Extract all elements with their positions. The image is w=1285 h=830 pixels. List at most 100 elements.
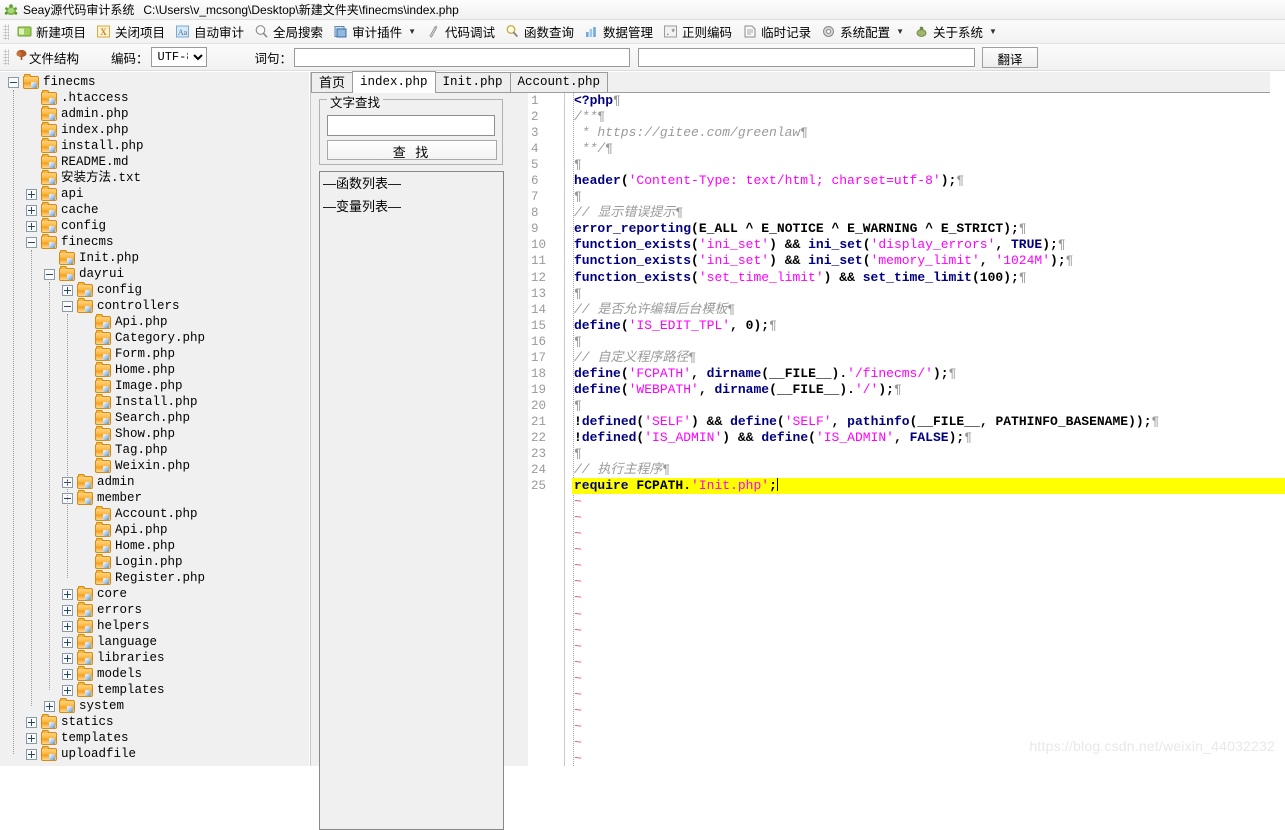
menu-temp-note[interactable]: 临时记录	[737, 21, 816, 43]
expand-icon[interactable]	[26, 220, 37, 232]
list-item-functions[interactable]: —函数列表—	[320, 172, 503, 195]
expand-icon[interactable]	[26, 716, 37, 728]
editor-tab-bar[interactable]: 首页 index.php Init.php Account.php	[311, 71, 1270, 93]
expand-icon[interactable]	[44, 700, 55, 712]
tab-accountphp[interactable]: Account.php	[509, 72, 609, 92]
code-line[interactable]: <?php¶	[572, 93, 1285, 109]
collapse-icon[interactable]	[62, 300, 73, 312]
code-line[interactable]: !defined('IS_ADMIN') && define('IS_ADMIN…	[572, 430, 1285, 446]
file-structure-button[interactable]: 文件结构	[12, 48, 83, 67]
tree-item[interactable]: templates	[0, 729, 309, 746]
code-line[interactable]: ¶	[572, 189, 1285, 205]
text-find-button[interactable]: 查 找	[327, 140, 497, 160]
menu-auto-audit[interactable]: Aa 自动审计	[170, 21, 249, 43]
tab-[interactable]: 首页	[311, 72, 354, 92]
menu-global-search[interactable]: 全局搜索	[249, 21, 328, 43]
expand-icon[interactable]	[62, 604, 73, 616]
file-tree[interactable]: finecms .htaccess admin.php index.php instal…	[0, 72, 309, 766]
tree-item[interactable]: models	[0, 665, 309, 682]
toolbar-grip[interactable]	[3, 23, 9, 40]
file-tree-pane[interactable]: finecms .htaccess admin.php index.php instal…	[0, 72, 310, 766]
code-line[interactable]: // 显示错误提示¶	[572, 205, 1285, 221]
expand-icon[interactable]	[62, 652, 73, 664]
expand-icon[interactable]	[26, 732, 37, 744]
phrase-input[interactable]	[294, 47, 631, 67]
code-line[interactable]: ¶	[572, 157, 1285, 173]
tree-item[interactable]: Category.php	[0, 329, 309, 346]
menu-system-config[interactable]: 系统配置 ▼	[816, 21, 909, 43]
menu-data-manage[interactable]: 数据管理	[579, 21, 658, 43]
tree-item[interactable]: Image.php	[0, 377, 309, 394]
tree-item[interactable]: statics	[0, 713, 309, 730]
code-line[interactable]: require FCPATH.'Init.php';	[572, 478, 1285, 495]
collapse-icon[interactable]	[8, 76, 19, 88]
code-line[interactable]: define('WEBPATH', dirname(__FILE__).'/')…	[572, 382, 1285, 398]
tab-initphp[interactable]: Init.php	[434, 72, 511, 92]
code-line[interactable]: * https://gitee.com/greenlaw¶	[572, 125, 1285, 141]
code-line[interactable]: define('IS_EDIT_TPL', 0);¶	[572, 318, 1285, 334]
expand-icon[interactable]	[62, 636, 73, 648]
code-line[interactable]: ¶	[572, 334, 1285, 350]
tree-item[interactable]: index.php	[0, 121, 309, 138]
tree-item[interactable]: uploadfile	[0, 745, 309, 762]
menu-audit-plugin[interactable]: 审计插件 ▼	[328, 21, 421, 43]
tree-item[interactable]: Form.php	[0, 345, 309, 362]
tree-item[interactable]: Search.php	[0, 409, 309, 426]
chevron-down-icon[interactable]: ▼	[896, 27, 904, 36]
tree-item[interactable]: Home.php	[0, 537, 309, 554]
code-line[interactable]: /**¶	[572, 109, 1285, 125]
tree-item[interactable]: Login.php	[0, 553, 309, 570]
tree-item[interactable]: dayrui	[0, 265, 309, 282]
tab-indexphp[interactable]: index.php	[352, 71, 436, 93]
expand-icon[interactable]	[62, 668, 73, 680]
secondary-toolbar-grip[interactable]	[3, 49, 9, 65]
expand-icon[interactable]	[62, 684, 73, 696]
code-line[interactable]: error_reporting(E_ALL ^ E_NOTICE ^ E_WAR…	[572, 221, 1285, 237]
symbol-list[interactable]: —函数列表— —变量列表—	[319, 171, 504, 830]
code-editor-pane[interactable]: 1 2 3 4 5 6 7 8 9 10 11 12 13 14 15 16 17 18 19 20 21 22 23 24 2…	[528, 72, 1285, 766]
translate-input[interactable]	[638, 47, 976, 67]
tree-item[interactable]: admin.php	[0, 105, 309, 122]
code-line[interactable]: function_exists('ini_set') && ini_set('d…	[572, 237, 1285, 253]
translate-button[interactable]: 翻译	[982, 46, 1039, 68]
text-find-input[interactable]	[327, 115, 495, 136]
tree-item[interactable]: README.md	[0, 153, 309, 170]
encoding-select[interactable]: UTF-8	[150, 47, 207, 67]
tree-item[interactable]: cache	[0, 201, 309, 218]
expand-icon[interactable]	[62, 620, 73, 632]
tree-item[interactable]: libraries	[0, 649, 309, 666]
tree-item[interactable]: Home.php	[0, 361, 309, 378]
code-line[interactable]: define('FCPATH', dirname(__FILE__).'/fin…	[572, 366, 1285, 382]
tree-item[interactable]: templates	[0, 681, 309, 698]
tree-item[interactable]: config	[0, 217, 309, 234]
code-line[interactable]: ¶	[572, 286, 1285, 302]
tree-item[interactable]: finecms	[0, 73, 309, 90]
tree-item[interactable]: config	[0, 281, 309, 298]
tree-item[interactable]: Tag.php	[0, 441, 309, 458]
chevron-down-icon[interactable]: ▼	[989, 27, 997, 36]
tree-item[interactable]: Account.php	[0, 505, 309, 522]
tree-item[interactable]: language	[0, 633, 309, 650]
tree-item[interactable]: Register.php	[0, 569, 309, 586]
code-line[interactable]: !defined('SELF') && define('SELF', pathi…	[572, 414, 1285, 430]
code-line[interactable]: ¶	[572, 446, 1285, 462]
tree-item[interactable]: errors	[0, 601, 309, 618]
expand-icon[interactable]	[26, 188, 37, 200]
tree-item[interactable]: finecms	[0, 233, 309, 250]
tree-item[interactable]: member	[0, 489, 309, 506]
code-line[interactable]: header('Content-Type: text/html; charset…	[572, 173, 1285, 189]
tree-item[interactable]: controllers	[0, 297, 309, 314]
code-line[interactable]: function_exists('ini_set') && ini_set('m…	[572, 253, 1285, 269]
tree-item[interactable]: helpers	[0, 617, 309, 634]
tree-item[interactable]: core	[0, 585, 309, 602]
menu-new-project[interactable]: 新建项目	[12, 21, 91, 43]
tree-item[interactable]: api	[0, 185, 309, 202]
tree-item[interactable]: admin	[0, 473, 309, 490]
expand-icon[interactable]	[26, 748, 37, 760]
code-line[interactable]: ¶	[572, 398, 1285, 414]
expand-icon[interactable]	[26, 204, 37, 216]
code-line[interactable]: // 自定义程序路径¶	[572, 350, 1285, 366]
tree-item[interactable]: Init.php	[0, 249, 309, 266]
tree-item[interactable]: .htaccess	[0, 89, 309, 106]
tree-item[interactable]: system	[0, 697, 309, 714]
